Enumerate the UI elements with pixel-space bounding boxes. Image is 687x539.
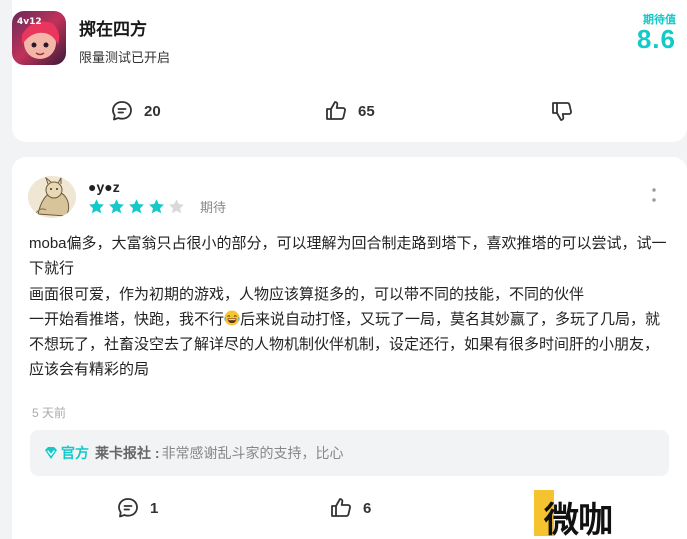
dislike-button[interactable]: [550, 96, 574, 126]
review-line: 一开始看推塔，快跑，我不行: [29, 310, 225, 328]
official-label: 官方: [61, 445, 89, 461]
review-body: moba偏多，大富翁只占很小的部分，可以理解为回合制走路到塔下，喜欢推塔的可以尝…: [29, 231, 669, 383]
star-empty-icon: [169, 199, 184, 214]
more-vertical-icon[interactable]: [651, 187, 657, 203]
star-filled-icon: [109, 199, 124, 214]
watermark-logo: 微咖: [534, 490, 646, 539]
star-filled-icon: [129, 199, 144, 214]
comment-bubble-icon: [118, 498, 138, 518]
username[interactable]: ●y●z: [88, 179, 120, 195]
app-title[interactable]: 掷在四方: [79, 15, 147, 40]
review-like-button[interactable]: 6: [329, 493, 371, 523]
review-line-with-emoji: 一开始看推塔，快跑，我不行 后来说自动打怪，又玩了一局，莫名其妙赢了，多玩了几局，…: [29, 307, 669, 383]
review-like-count: 6: [363, 499, 372, 517]
app-icon[interactable]: 4v12: [12, 11, 66, 65]
reply-text: 非常感谢乱斗家的支持，比心: [161, 445, 344, 461]
laughing-emoji-icon: [224, 310, 240, 326]
comment-button[interactable]: 20: [110, 96, 161, 126]
star-filled-icon: [89, 199, 104, 214]
watermark-text: 微咖: [544, 501, 613, 539]
app-status: 限量测试已开启: [79, 50, 171, 65]
official-reply[interactable]: 官方 莱卡报社 : 非常感谢乱斗家的支持，比心: [30, 430, 669, 476]
star-filled-icon: [149, 199, 164, 214]
review-line: 画面很可爱，作为初期的游戏，人物应该算挺多的，可以带不同的技能，不同的伙伴: [29, 285, 585, 303]
star-rating: 期待: [88, 197, 226, 216]
review-line: moba偏多，大富翁只占很小的部分，可以理解为回合制走路到塔下，喜欢推塔的可以尝…: [29, 235, 667, 278]
score-value: 8.6: [636, 24, 676, 54]
post-time: 5 天前: [32, 406, 67, 420]
thumbs-up-icon: [331, 498, 351, 517]
thumbs-down-icon: [552, 102, 572, 121]
review-card: ●y●z 期待 moba偏多，大富翁只占很小的部分，可以理解为回合制走路到塔下，…: [12, 157, 687, 539]
rating-tag: 期待: [200, 200, 227, 215]
app-icon-text: 4v12: [17, 17, 42, 27]
avatar[interactable]: [28, 176, 76, 218]
app-header-card: 4v12 掷在四方 限量测试已开启 期待值 8.6 20 65: [12, 0, 687, 142]
review-comment-button[interactable]: 1: [116, 493, 158, 523]
like-count: 65: [358, 102, 375, 120]
replier-name[interactable]: 莱卡报社 :: [95, 443, 160, 463]
comment-count: 20: [144, 102, 161, 120]
official-badge-icon: [45, 447, 57, 459]
review-comment-count: 1: [150, 499, 159, 517]
app-actions-bar: 20 65: [12, 96, 687, 126]
like-button[interactable]: 65: [324, 96, 375, 126]
comment-bubble-icon: [112, 101, 132, 121]
thumbs-up-icon: [326, 101, 346, 120]
